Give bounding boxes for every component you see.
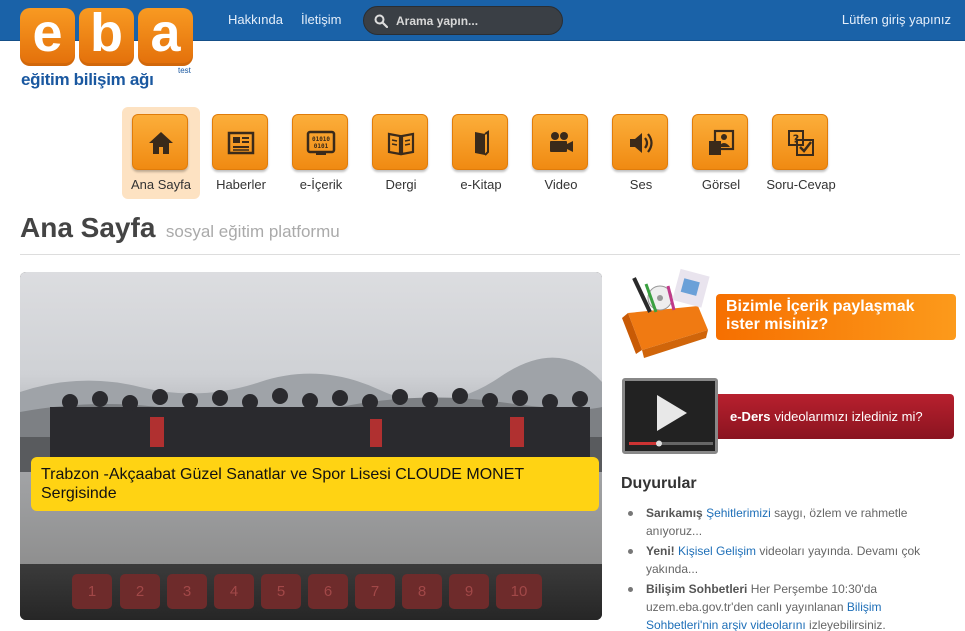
cat-ses[interactable]: Ses (602, 107, 680, 199)
cat-soru-cevap[interactable]: ? Soru-Cevap (762, 107, 840, 199)
home-icon (149, 132, 173, 154)
promo-banner-text: Bizimle İçerik paylaşmak ister misiniz? (716, 294, 956, 340)
announcements-list: Sarıkamış Şehitlerimizi saygı, özlem ve … (628, 504, 948, 631)
eders-banner: e-Ders videolarımızı izlediniz mi? (718, 394, 954, 439)
newspaper-icon (227, 131, 255, 155)
content-share-promo[interactable]: Bizimle İçerik paylaşmak ister misiniz? (620, 268, 960, 360)
cat-ana-sayfa[interactable]: Ana Sayfa (122, 107, 200, 199)
group-photo-people (50, 388, 590, 462)
binary-screen-icon: 010100101 (306, 130, 336, 155)
logo-test-label: test (178, 66, 191, 75)
cat-gorsel[interactable]: Görsel (682, 107, 760, 199)
list-item: Bilişim Sohbetleri Her Perşembe 10:30'da… (628, 580, 948, 631)
search-box[interactable] (363, 6, 563, 35)
featured-slider[interactable]: Trabzon -Akçaabat Güzel Sanatlar ve Spor… (20, 272, 602, 620)
svg-text:01010: 01010 (312, 136, 330, 143)
cat-e-kitap[interactable]: e-Kitap (442, 107, 520, 199)
slide-page-button[interactable]: 2 (120, 574, 160, 609)
eders-text: videolarımızı izlediniz mi? (774, 409, 923, 424)
search-input[interactable] (396, 12, 556, 30)
page-subtitle: sosyal eğitim platformu (165, 222, 340, 241)
slide-page-button[interactable]: 5 (261, 574, 301, 609)
page-heading: Ana Sayfa sosyal eğitim platformu (20, 212, 340, 244)
video-progress-icon (629, 440, 713, 447)
art-supplies-box-icon (622, 268, 710, 358)
video-camera-icon (550, 132, 573, 152)
slide-page-button[interactable]: 10 (496, 574, 542, 609)
eders-bold-label: e-Ders (730, 409, 771, 424)
announcement-link[interactable]: Şehitlerimizi (706, 506, 771, 520)
slide-page-button[interactable]: 3 (167, 574, 207, 609)
announcement-bold: Bilişim Sohbetleri (646, 582, 748, 596)
open-book-icon (387, 132, 415, 156)
picture-icon (709, 129, 735, 155)
logo-tagline: eğitim bilişim ağı (21, 70, 154, 89)
slide-caption[interactable]: Trabzon -Akçaabat Güzel Sanatlar ve Spor… (31, 457, 599, 511)
slide-page-button[interactable]: 1 (72, 574, 112, 609)
announcement-bold: Sarıkamış (646, 506, 703, 520)
speaker-icon (630, 133, 653, 153)
page-title: Ana Sayfa (20, 212, 156, 243)
slider-pager: 1 2 3 4 5 6 7 8 9 10 (20, 564, 602, 620)
logo-letter-b: b (79, 6, 134, 66)
video-thumbnail[interactable] (622, 378, 718, 454)
heading-divider (20, 254, 960, 255)
slide-page-button[interactable]: 4 (214, 574, 254, 609)
announcement-bold: Yeni! (646, 544, 675, 558)
eba-logo[interactable]: e b a test eğitim bilişim ağı (20, 6, 200, 92)
announcement-text: izleyebilirsiniz. (805, 618, 886, 631)
slide-page-button[interactable]: 7 (355, 574, 395, 609)
cat-haberler[interactable]: Haberler (202, 107, 280, 199)
slide-page-button[interactable]: 6 (308, 574, 348, 609)
slide-photo[interactable]: Trabzon -Akçaabat Güzel Sanatlar ve Spor… (20, 272, 602, 564)
cat-video[interactable]: Video (522, 107, 600, 199)
login-link[interactable]: Lütfen giriş yapınız (842, 12, 951, 27)
slide-page-button[interactable]: 9 (449, 574, 489, 609)
slide-page-button[interactable]: 8 (402, 574, 442, 609)
cat-e-icerik[interactable]: 01010 0101 e-İçerik (282, 107, 360, 199)
logo-letter-e: e (20, 6, 75, 66)
contact-link[interactable]: İletişim (301, 12, 341, 27)
search-icon (374, 14, 388, 28)
announcement-link[interactable]: Kişisel Gelişim (678, 544, 756, 558)
svg-text:0101: 0101 (314, 143, 329, 150)
eders-promo[interactable]: e-Ders videolarımızı izlediniz mi? (622, 378, 957, 456)
announcements-title: Duyurular (621, 475, 697, 492)
list-item: Sarıkamış Şehitlerimizi saygı, özlem ve … (628, 504, 948, 540)
logo-letter-a: a (138, 6, 193, 66)
ebook-icon (475, 130, 489, 156)
list-item: Yeni! Kişisel Gelişim videoları yayında.… (628, 542, 948, 578)
about-link[interactable]: Hakkında (228, 12, 283, 27)
play-icon (657, 395, 687, 431)
question-check-icon: ? (788, 130, 814, 156)
cat-dergi[interactable]: Dergi (362, 107, 440, 199)
